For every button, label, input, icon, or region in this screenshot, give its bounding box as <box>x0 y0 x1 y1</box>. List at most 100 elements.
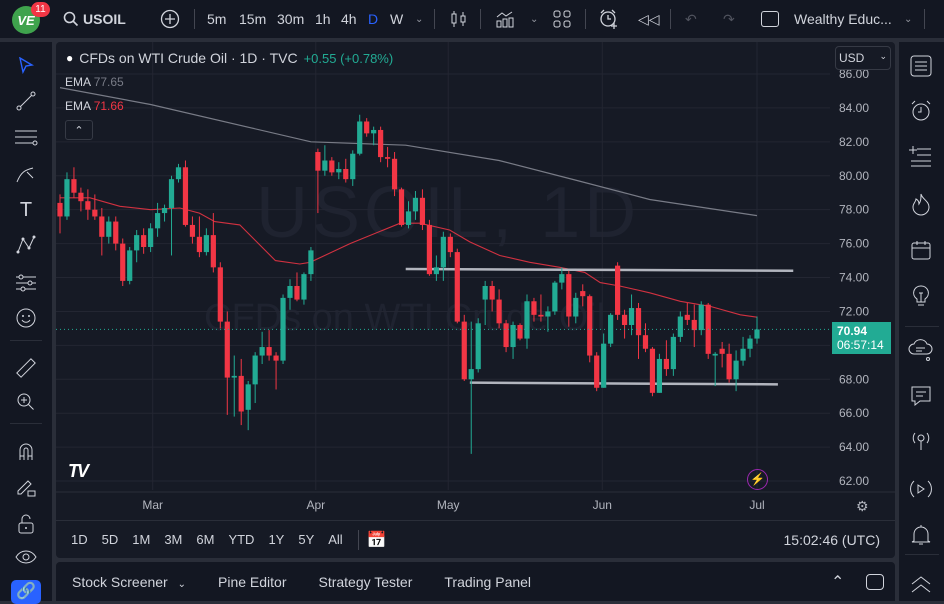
tab-pine-editor[interactable]: Pine Editor <box>202 574 302 590</box>
symbol-title[interactable]: CFDs on WTI Crude Oil · 1D · TVC <box>79 50 297 66</box>
prediction-icon[interactable] <box>13 270 39 296</box>
smiley-icon[interactable] <box>13 305 39 331</box>
watchlist-icon[interactable] <box>907 52 935 80</box>
trend-line-icon[interactable] <box>13 88 39 114</box>
pattern-icon[interactable] <box>13 232 39 258</box>
interval-5m[interactable]: 5m <box>207 0 226 38</box>
layout-checkbox[interactable] <box>761 0 779 38</box>
candle-down <box>587 296 592 355</box>
range-ytd[interactable]: YTD <box>221 532 261 547</box>
candle-up <box>162 208 167 213</box>
range-3m[interactable]: 3M <box>157 532 189 547</box>
candle-down <box>420 198 425 225</box>
candle-up <box>434 267 439 274</box>
price-tick-label: 72.00 <box>839 304 869 318</box>
link-button[interactable]: 🔗 <box>11 580 41 604</box>
maximize-panel-icon[interactable] <box>866 574 884 590</box>
calendar-icon[interactable] <box>907 236 935 264</box>
candle-down <box>497 300 502 324</box>
alarm-icon[interactable] <box>907 97 935 125</box>
streams-icon[interactable] <box>907 427 935 455</box>
price-chart[interactable]: 62.0064.0066.0068.0070.0072.0074.0076.00… <box>56 42 895 520</box>
tradingview-logo: TV <box>68 461 87 482</box>
currency-select[interactable]: USD⌄ <box>835 46 891 70</box>
range-5d[interactable]: 5D <box>95 532 126 547</box>
candle-up <box>545 311 550 316</box>
candle-down <box>329 160 334 172</box>
cursor-icon[interactable] <box>13 53 39 79</box>
candle-up <box>678 317 683 337</box>
chat-cloud-icon[interactable] <box>907 336 935 364</box>
tab-strategy-tester[interactable]: Strategy Tester <box>302 574 428 590</box>
interval-4h[interactable]: 4h <box>341 0 357 38</box>
expand-panel-icon[interactable]: ⌃ <box>831 572 844 592</box>
range-6m[interactable]: 6M <box>189 532 221 547</box>
horizontal-trendline <box>470 383 778 385</box>
ema-legend-fast[interactable]: EMA 71.66 <box>65 99 124 113</box>
range-all[interactable]: All <box>321 532 349 547</box>
candle-up <box>601 344 606 388</box>
interval-1h[interactable]: 1h <box>315 0 331 38</box>
candle-down <box>71 179 76 193</box>
chart-settings-icon[interactable]: ⚙ <box>856 498 869 515</box>
candle-up <box>483 286 488 300</box>
tab-trading-panel[interactable]: Trading Panel <box>428 574 547 590</box>
candle-up <box>510 325 515 347</box>
notes-icon[interactable] <box>907 382 935 410</box>
hotlist-fire-icon[interactable] <box>907 190 935 218</box>
layout-grid-button[interactable] <box>553 0 571 38</box>
collapse-panel-icon[interactable] <box>907 570 935 598</box>
replay-button[interactable]: ◁◁ <box>638 0 660 38</box>
horizontal-lines-icon[interactable] <box>13 124 39 150</box>
magnet-icon[interactable] <box>13 439 39 465</box>
candle-down <box>490 286 495 300</box>
layout-chevron-icon[interactable]: ⌄ <box>904 0 912 38</box>
eye-icon[interactable] <box>13 545 39 571</box>
chart-pane[interactable]: USOIL, 1D CFDs on WTI Crude Oil 62.0064.… <box>56 42 895 558</box>
redo-button[interactable]: ↷ <box>723 0 735 38</box>
lock-icon[interactable] <box>13 511 39 537</box>
interval-15m[interactable]: 15m <box>239 0 266 38</box>
candle-down <box>503 323 508 347</box>
broadcast-play-icon[interactable] <box>907 475 935 503</box>
data-window-icon[interactable] <box>907 142 935 170</box>
ideas-lightbulb-icon[interactable] <box>907 282 935 310</box>
text-icon[interactable]: T <box>13 197 39 223</box>
undo-button[interactable]: ↶ <box>685 0 697 38</box>
lock-drawings-icon[interactable] <box>13 474 39 500</box>
candle-up <box>371 130 376 133</box>
interval-d[interactable]: D <box>368 0 378 38</box>
candle-up <box>413 198 418 212</box>
range-1d[interactable]: 1D <box>64 532 95 547</box>
notifications-bell-icon[interactable] <box>907 521 935 549</box>
collapse-legend-button[interactable]: ⌃ <box>65 120 93 140</box>
brush-icon[interactable] <box>13 162 39 188</box>
compare-add-button[interactable] <box>160 0 180 38</box>
go-to-date-icon[interactable]: 📅 <box>367 530 387 550</box>
time-tick-label: Apr <box>306 498 325 512</box>
tab-stock-screener[interactable]: Stock Screener ⌄ <box>56 574 202 590</box>
events-icon[interactable]: ⚡ <box>747 469 768 490</box>
interval-30m[interactable]: 30m <box>277 0 304 38</box>
candle-down <box>517 325 522 339</box>
clock[interactable]: 15:02:46 (UTC) <box>784 532 880 548</box>
chevron-down-icon[interactable]: ⌄ <box>415 0 423 38</box>
ruler-icon[interactable] <box>13 355 39 381</box>
rewind-icon: ◁◁ <box>638 11 660 28</box>
ema-legend-slow[interactable]: EMA 77.65 <box>65 75 124 89</box>
zoom-in-icon[interactable] <box>13 389 39 415</box>
candles-chart-type-button[interactable] <box>450 0 468 38</box>
layout-name-button[interactable]: Wealthy Educ... <box>794 0 892 38</box>
add-alert-button[interactable] <box>598 0 620 38</box>
range-5y[interactable]: 5Y <box>291 532 321 547</box>
range-1y[interactable]: 1Y <box>261 532 291 547</box>
range-1m[interactable]: 1M <box>125 532 157 547</box>
candle-down <box>643 335 648 349</box>
symbol-search[interactable]: USOIL <box>63 0 126 38</box>
indicators-chevron-icon[interactable]: ⌄ <box>530 0 538 38</box>
plus-circle-icon <box>160 9 180 29</box>
candle-down <box>636 308 641 335</box>
interval-w[interactable]: W <box>390 0 403 38</box>
price-tick-label: 74.00 <box>839 271 869 285</box>
indicators-button[interactable] <box>495 0 515 38</box>
